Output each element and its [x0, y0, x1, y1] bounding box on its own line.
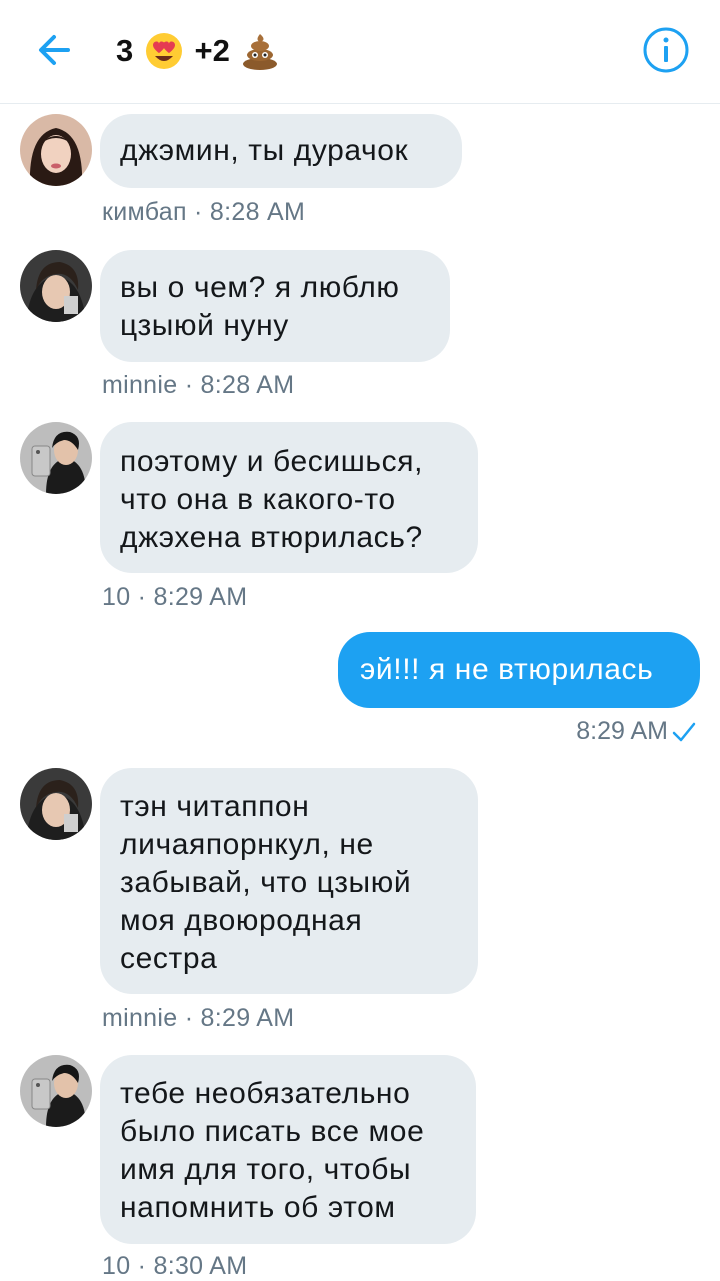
message-text: тэн читаппон личаяпорнкул, не забывай, ч… [120, 790, 412, 975]
conversation-header: 3 +2 [0, 0, 720, 104]
message-text: тебе необязательно было писать все мое и… [120, 1077, 425, 1224]
outgoing-time: 8:29 AM [576, 717, 668, 745]
outgoing-message-meta: 8:29 AM [576, 717, 696, 746]
outgoing-message-text: эй!!! я не втюрилась [360, 653, 654, 686]
message-meta: 10 · 8:30 AM [102, 1252, 248, 1280]
message-meta: 10 · 8:29 AM [102, 583, 248, 611]
avatar-10[interactable] [20, 1055, 92, 1127]
title-middle: +2 [185, 33, 239, 68]
title-count: 3 [116, 33, 142, 68]
back-button[interactable] [34, 30, 74, 70]
message-bubble[interactable]: вы о чем? я люблю цзыюй нуну [100, 250, 450, 362]
info-icon [643, 27, 689, 73]
avatar-kimbap[interactable] [20, 114, 92, 186]
arrow-left-icon [39, 35, 70, 65]
message-bubble[interactable]: поэтому и бесишься, что она в какого-то … [100, 422, 478, 573]
info-button[interactable] [642, 26, 690, 74]
message-text: вы о чем? я люблю цзыюй нуну [120, 271, 400, 342]
outgoing-message-bubble[interactable]: эй!!! я не втюрилась [338, 632, 700, 708]
avatar-minnie[interactable] [20, 768, 92, 840]
poop-emoji-icon [243, 34, 278, 70]
heart-eyes-emoji-icon [145, 33, 182, 69]
message-meta: minnie · 8:28 AM [102, 371, 295, 399]
message-bubble[interactable]: тэн читаппон личаяпорнкул, не забывай, ч… [100, 768, 478, 994]
avatar-minnie[interactable] [20, 250, 92, 322]
message-bubble[interactable]: джэмин, ты дурачок [100, 114, 462, 188]
conversation-title[interactable]: 3 +2 [116, 28, 282, 74]
message-bubble[interactable]: тебе необязательно было писать все мое и… [100, 1055, 476, 1244]
checkmark-icon [672, 722, 696, 741]
message-meta: кимбап · 8:28 AM [102, 198, 306, 226]
message-text: поэтому и бесишься, что она в какого-то … [120, 445, 424, 554]
message-text: джэмин, ты дурачок [120, 134, 409, 167]
avatar-10[interactable] [20, 422, 92, 494]
message-meta: minnie · 8:29 AM [102, 1004, 295, 1032]
